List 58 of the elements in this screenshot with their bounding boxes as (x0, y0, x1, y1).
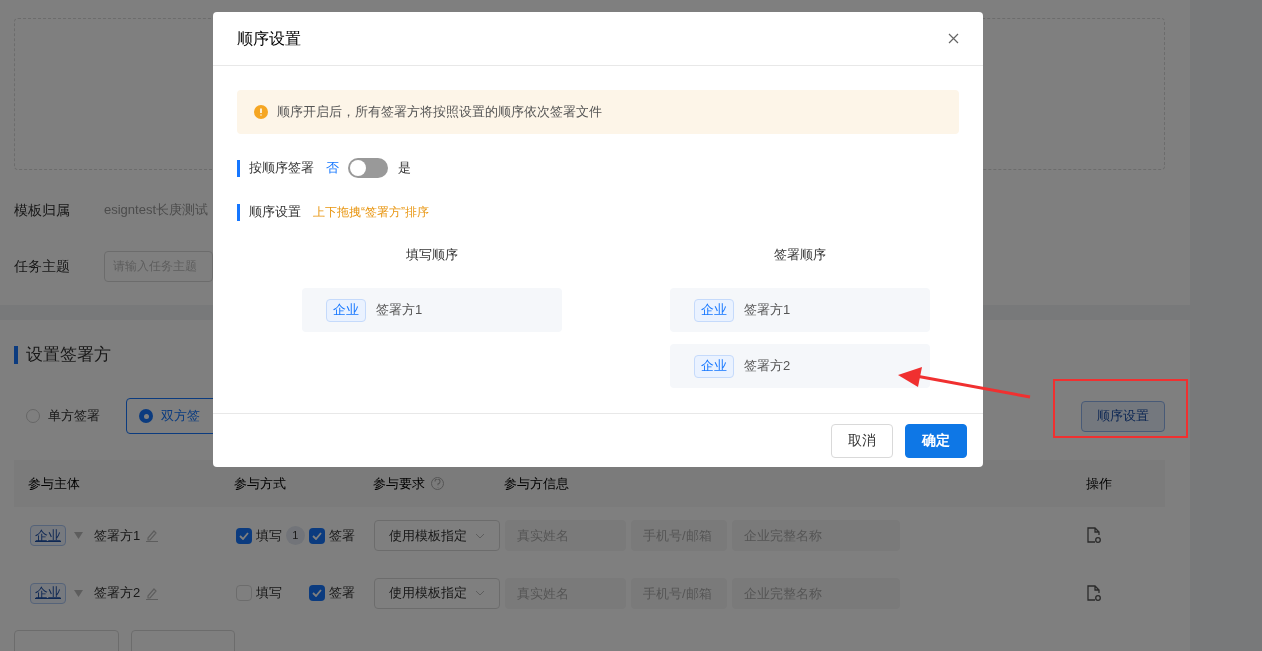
entity-tag: 企业 (694, 354, 734, 378)
column-title: 签署顺序 (773, 246, 827, 264)
column-header: 参与方信息 (503, 474, 569, 493)
checkbox-label: 填写 (255, 526, 282, 545)
column-header: 参与要求 (372, 474, 425, 493)
signer-card[interactable]: 企业 签署方1 (302, 288, 562, 332)
check-icon (238, 531, 249, 540)
signer-name: 签署方2 (744, 357, 791, 376)
requirement-select[interactable]: 使用模板指定 (374, 577, 501, 609)
chevron-down-icon (475, 532, 486, 539)
column-title: 填写顺序 (405, 246, 459, 264)
toggle-switch[interactable] (348, 158, 388, 178)
radio-option[interactable]: 单方签署 (14, 398, 112, 434)
switch-option: 是 (398, 158, 411, 178)
checkbox[interactable] (308, 527, 325, 544)
column-header: 参与方式 (234, 474, 287, 493)
file-settings-icon[interactable] (1085, 584, 1102, 602)
signer-name: 签署方2 (94, 584, 141, 603)
section-title: 设置签署方 (26, 344, 111, 367)
confirm-button[interactable]: 确定 (905, 423, 967, 458)
entity-tag: 企业 (694, 298, 734, 322)
close-icon[interactable] (948, 33, 959, 44)
switch-option: 否 (326, 158, 339, 178)
checkbox-label: 签署 (328, 584, 355, 603)
caret-icon[interactable] (74, 532, 83, 540)
order-settings-button[interactable]: 顺序设置 (1081, 400, 1165, 432)
signer-card[interactable]: 企业 签署方1 (670, 288, 930, 332)
alert-text: 顺序开启后，所有签署方将按照设置的顺序依次签署文件 (277, 103, 602, 122)
check-icon (311, 531, 322, 540)
pencil-icon[interactable] (145, 529, 160, 543)
checkbox[interactable] (308, 585, 325, 602)
checkbox-label: 填写 (255, 584, 282, 603)
field-label: 模板归属 (14, 200, 71, 220)
checkbox-label: 签署 (328, 526, 355, 545)
entity-tag[interactable]: 企业 (30, 525, 66, 547)
column-header: 操作 (1085, 474, 1112, 493)
field-label: 任务主题 (14, 256, 71, 276)
dialog-title: 顺序设置 (237, 28, 301, 49)
signer-card[interactable]: 企业 签署方2 (670, 344, 930, 388)
order-badge: 1 (285, 526, 305, 546)
drag-hint: 上下拖拽“签署方”排序 (313, 204, 429, 221)
pencil-icon[interactable] (145, 586, 160, 600)
warning-icon (254, 105, 268, 119)
column-header: 参与主体 (28, 474, 80, 493)
entity-tag[interactable]: 企业 (30, 582, 66, 604)
signer-name: 签署方1 (94, 526, 141, 545)
checkbox[interactable] (235, 527, 252, 544)
file-settings-icon[interactable] (1085, 527, 1102, 545)
requirement-select[interactable]: 使用模板指定 (374, 520, 501, 552)
setting-label: 按顺序签署 (249, 159, 314, 178)
caret-icon[interactable] (74, 589, 83, 597)
signer-name: 签署方1 (376, 301, 423, 320)
check-icon (311, 589, 322, 598)
signer-name: 签署方1 (744, 301, 791, 320)
setting-label: 顺序设置 (249, 203, 301, 222)
cancel-button[interactable]: 取消 (831, 423, 893, 458)
entity-tag: 企业 (326, 298, 366, 322)
chevron-down-icon (475, 590, 486, 597)
